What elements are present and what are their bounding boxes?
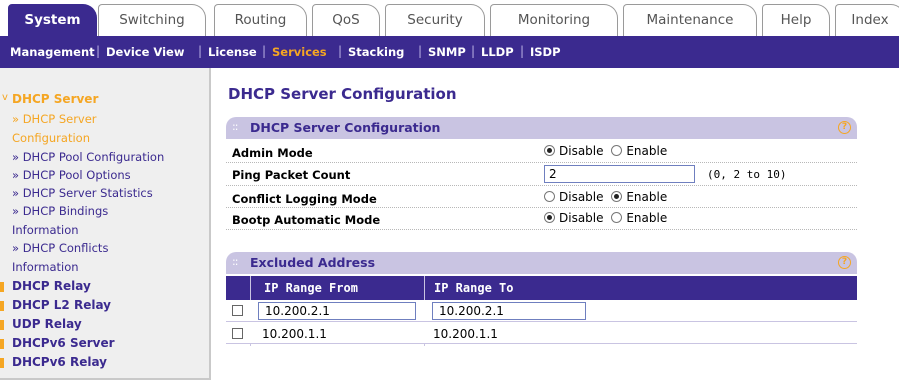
divider xyxy=(226,229,857,230)
radio-label: Disable xyxy=(559,190,604,204)
sidebar-item-dhcp-server[interactable]: DHCP Server xyxy=(12,92,98,106)
ping-count-label: Ping Packet Count xyxy=(232,168,351,182)
page-title: DHCP Server Configuration xyxy=(228,85,457,103)
admin-mode-disable-radio[interactable] xyxy=(544,145,555,156)
bullet-icon xyxy=(0,339,4,349)
top-tab-bar: System Switching Routing QoS Security Mo… xyxy=(0,0,899,36)
radio-label: Enable xyxy=(626,190,668,204)
sidebar-item-conflicts-cont[interactable]: Information xyxy=(12,260,79,274)
divider xyxy=(226,185,857,186)
sidebar-item-bindings-cont[interactable]: Information xyxy=(12,223,79,237)
tab-routing[interactable]: Routing xyxy=(214,4,307,36)
conflict-logging-enable-radio[interactable] xyxy=(611,191,623,202)
drag-handle-icon: :: xyxy=(232,120,239,133)
new-range-to-input[interactable] xyxy=(432,302,586,320)
sidebar-item-bindings[interactable]: » DHCP Bindings xyxy=(12,204,108,218)
excluded-panel-title: Excluded Address xyxy=(250,255,376,270)
bootp-enable-radio[interactable] xyxy=(611,212,623,223)
tab-system[interactable]: System xyxy=(8,4,97,36)
divider xyxy=(226,162,857,163)
subnav-license[interactable]: License xyxy=(208,45,257,59)
config-panel-title: DHCP Server Configuration xyxy=(250,120,441,135)
sidebar-item-conflicts[interactable]: » DHCP Conflicts xyxy=(12,241,108,255)
subnav-lldp[interactable]: LLDP xyxy=(481,45,514,59)
conflict-logging-radio-group: Disable Enable xyxy=(544,190,667,204)
admin-mode-radio-group: Disable Enable xyxy=(544,144,667,158)
config-panel-header: :: DHCP Server Configuration ? xyxy=(226,117,857,139)
subnav-management[interactable]: Management xyxy=(10,45,95,59)
sidebar-item-pool-config[interactable]: » DHCP Pool Configuration xyxy=(12,150,164,164)
tab-maintenance[interactable]: Maintenance xyxy=(623,4,757,36)
bootp-mode-radio-group: Disable Enable xyxy=(544,211,667,225)
sidebar-item-dhcp-server-config-cont[interactable]: Configuration xyxy=(12,131,90,145)
radio-label: Disable xyxy=(559,144,604,158)
col-ip-range-to: IP Range To xyxy=(434,281,514,295)
col-ip-range-from: IP Range From xyxy=(264,281,358,295)
sub-navigation: Management | Device View | License | Ser… xyxy=(0,36,899,68)
subnav-stacking[interactable]: Stacking xyxy=(348,45,404,59)
sidebar-item-udp-relay[interactable]: UDP Relay xyxy=(12,317,82,331)
conflict-logging-disable-radio[interactable] xyxy=(544,191,555,202)
sidebar-item-dhcp-server-config[interactable]: » DHCP Server xyxy=(12,112,97,126)
chevron-down-icon: v xyxy=(2,92,8,103)
sidebar-item-server-statistics[interactable]: » DHCP Server Statistics xyxy=(12,186,153,200)
admin-mode-label: Admin Mode xyxy=(232,146,313,160)
ping-count-input[interactable] xyxy=(544,165,695,183)
radio-label: Disable xyxy=(559,211,604,225)
help-icon[interactable]: ? xyxy=(838,121,851,134)
tab-monitoring[interactable]: Monitoring xyxy=(490,4,618,36)
subnav-device-view[interactable]: Device View xyxy=(106,45,184,59)
admin-mode-enable-radio[interactable] xyxy=(611,145,623,156)
range-to-cell: 10.200.1.1 xyxy=(433,327,498,341)
radio-label: Enable xyxy=(626,211,668,225)
conflict-logging-label: Conflict Logging Mode xyxy=(232,192,377,206)
bullet-icon xyxy=(0,301,4,311)
divider xyxy=(226,207,857,208)
drag-handle-icon: :: xyxy=(232,255,239,268)
new-range-from-input[interactable] xyxy=(258,302,416,320)
bullet-icon xyxy=(0,358,4,368)
new-row-checkbox[interactable] xyxy=(232,305,243,316)
tab-qos[interactable]: QoS xyxy=(312,4,380,36)
sidebar-item-dhcpv6-server[interactable]: DHCPv6 Server xyxy=(12,336,115,350)
range-from-cell: 10.200.1.1 xyxy=(262,327,327,341)
sidebar-item-dhcpv6-relay[interactable]: DHCPv6 Relay xyxy=(12,355,107,369)
bootp-mode-label: Bootp Automatic Mode xyxy=(232,213,381,227)
tab-help[interactable]: Help xyxy=(762,4,830,36)
bullet-icon xyxy=(0,282,4,292)
bullet-icon xyxy=(0,320,4,330)
excluded-panel-header: :: Excluded Address ? xyxy=(226,252,857,274)
radio-label: Enable xyxy=(626,144,668,158)
sidebar-item-dhcp-relay[interactable]: DHCP Relay xyxy=(12,279,91,293)
subnav-isdp[interactable]: ISDP xyxy=(530,45,561,59)
row-checkbox[interactable] xyxy=(232,328,243,339)
sidebar-item-pool-options[interactable]: » DHCP Pool Options xyxy=(12,168,131,182)
subnav-services[interactable]: Services xyxy=(272,45,327,59)
tab-index[interactable]: Index xyxy=(835,4,899,36)
tab-security[interactable]: Security xyxy=(385,4,485,36)
bootp-disable-radio[interactable] xyxy=(544,212,555,223)
excluded-table-header: IP Range From IP Range To xyxy=(226,276,857,300)
subnav-snmp[interactable]: SNMP xyxy=(428,45,466,59)
ping-count-hint: (0, 2 to 10) xyxy=(707,168,787,181)
help-icon[interactable]: ? xyxy=(838,256,851,269)
left-navigation: v DHCP Server » DHCP Server Configuratio… xyxy=(0,68,211,380)
sidebar-item-dhcp-l2-relay[interactable]: DHCP L2 Relay xyxy=(12,298,111,312)
tab-switching[interactable]: Switching xyxy=(98,4,206,36)
